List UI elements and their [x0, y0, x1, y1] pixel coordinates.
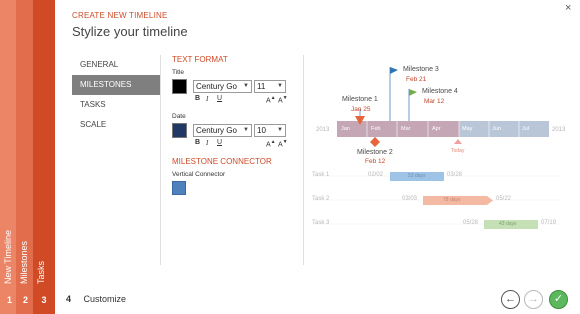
- step-label: Milestones: [19, 240, 29, 284]
- chevron-down-icon: ▼: [277, 83, 283, 89]
- month-label: Jan: [341, 126, 350, 132]
- date-format-label: Date: [172, 113, 186, 120]
- chevron-down-icon: ▼: [243, 127, 249, 133]
- today-label: Today: [451, 148, 465, 154]
- timeline-band-future: [459, 121, 549, 137]
- date-underline-button[interactable]: U: [217, 139, 222, 146]
- title-size-select[interactable]: 11 ▼: [254, 80, 286, 93]
- task-3-end: 07/19: [541, 220, 557, 226]
- month-label: Jul: [522, 126, 530, 132]
- title-color-swatch[interactable]: [172, 79, 187, 94]
- task-2-duration: 78 days: [443, 197, 461, 203]
- menu-item-general[interactable]: GENERAL: [72, 55, 160, 75]
- title-format-row: Century Go ▼ 11 ▼: [172, 79, 302, 95]
- title-italic-button[interactable]: I: [206, 95, 208, 103]
- date-grow-font-button[interactable]: A▲: [266, 139, 276, 148]
- date-font-select[interactable]: Century Go ▼: [193, 124, 252, 137]
- done-checkmark-icon[interactable]: ✓: [549, 290, 568, 309]
- title-font-value: Century Go: [196, 82, 237, 91]
- menu-item-milestones[interactable]: MILESTONES: [72, 75, 160, 95]
- menu-divider: [160, 55, 161, 265]
- date-bold-button[interactable]: B: [195, 139, 200, 146]
- task-1-start: 02/02: [368, 172, 384, 178]
- task-3-duration: 43 days: [499, 221, 517, 227]
- task-3-start: 05/28: [463, 220, 479, 226]
- chevron-down-icon: ▼: [243, 83, 249, 89]
- year-start-label: 2013: [316, 127, 330, 133]
- vertical-connector-label: Vertical Connector: [172, 171, 226, 178]
- style-category-menu: GENERAL MILESTONES TASKS SCALE: [72, 55, 160, 135]
- milestone-4-title: Milestone 4: [422, 88, 458, 95]
- page-title: Stylize your timeline: [72, 24, 188, 39]
- wizard-kicker: CREATE NEW TIMELINE: [72, 11, 168, 20]
- title-grow-font-button[interactable]: A▲: [266, 95, 276, 104]
- back-arrow-icon[interactable]: ←: [501, 290, 520, 309]
- milestone-4-date: Mar 12: [424, 98, 445, 105]
- title-font-select[interactable]: Century Go ▼: [193, 80, 252, 93]
- wizard-step-tasks[interactable]: Tasks 3: [33, 0, 55, 314]
- chevron-down-icon: ▼: [277, 127, 283, 133]
- menu-item-tasks[interactable]: TASKS: [72, 95, 160, 115]
- title-shrink-font-button[interactable]: A▼: [278, 95, 288, 104]
- task-1-name: Task 1: [312, 172, 330, 178]
- step-number: 3: [41, 295, 47, 305]
- milestone-3-title: Milestone 3: [403, 66, 439, 73]
- year-end-label: 2013: [552, 127, 566, 133]
- date-italic-button[interactable]: I: [206, 139, 208, 147]
- title-format-label: Title: [172, 69, 185, 76]
- text-format-heading: TEXT FORMAT: [172, 55, 228, 64]
- month-label: Mar: [401, 126, 411, 132]
- wizard-step-customize[interactable]: 4 Customize: [66, 294, 126, 304]
- step-label: Customize: [83, 294, 127, 304]
- date-style-row: B I U A▲ A▼: [172, 139, 302, 151]
- month-label: May: [462, 126, 473, 132]
- panel-divider: [303, 55, 304, 265]
- milestone-2-marker: [370, 137, 380, 147]
- step-label: Tasks: [36, 260, 46, 284]
- task-2-end: 05/22: [496, 196, 512, 202]
- task-1-end: 03/28: [447, 172, 463, 178]
- menu-item-scale[interactable]: SCALE: [72, 115, 160, 135]
- timeline-preview: 2013 2013 Jan Feb Mar Apr May Jun Jul To…: [310, 55, 578, 265]
- task-1-duration: 53 days: [408, 173, 426, 179]
- milestone-3-date: Feb 21: [406, 76, 427, 83]
- milestone-3-flag: [390, 67, 398, 74]
- milestone-1-title: Milestone 1: [342, 96, 378, 103]
- timeline-preview-canvas: [310, 67, 560, 229]
- today-marker: [454, 139, 462, 144]
- task-3-name: Task 3: [312, 220, 330, 226]
- date-color-swatch[interactable]: [172, 123, 187, 138]
- step-number: 4: [66, 294, 72, 304]
- milestone-2-title: Milestone 2: [357, 149, 393, 156]
- milestone-1-date: Jan 25: [351, 106, 371, 113]
- date-size-select[interactable]: 10 ▼: [254, 124, 286, 137]
- month-label: Apr: [432, 126, 441, 132]
- milestone-format-panel: TEXT FORMAT Title Century Go ▼ 11 ▼ B I …: [172, 55, 302, 195]
- date-font-value: Century Go: [196, 126, 237, 135]
- month-label: Jun: [492, 126, 501, 132]
- create-timeline-wizard: New Timeline 1 Milestones 2 Tasks 3 4 Cu…: [0, 0, 580, 314]
- title-size-value: 11: [257, 82, 266, 91]
- milestone-2-date: Feb 12: [365, 158, 386, 165]
- close-icon[interactable]: ×: [565, 2, 571, 14]
- title-style-row: B I U A▲ A▼: [172, 95, 302, 107]
- milestone-connector-heading: MILESTONE CONNECTOR: [172, 157, 272, 166]
- task-2-name: Task 2: [312, 196, 330, 202]
- milestone-4-flag: [409, 89, 417, 96]
- date-format-row: Century Go ▼ 10 ▼: [172, 123, 302, 139]
- date-size-value: 10: [257, 126, 266, 135]
- step-label: New Timeline: [3, 229, 13, 284]
- connector-color-swatch[interactable]: [172, 181, 186, 195]
- date-shrink-font-button[interactable]: A▼: [278, 139, 288, 148]
- next-arrow-icon[interactable]: →: [524, 290, 543, 309]
- title-underline-button[interactable]: U: [217, 95, 222, 102]
- title-bold-button[interactable]: B: [195, 95, 200, 102]
- month-label: Feb: [371, 126, 381, 132]
- task-2-start: 03/03: [402, 196, 418, 202]
